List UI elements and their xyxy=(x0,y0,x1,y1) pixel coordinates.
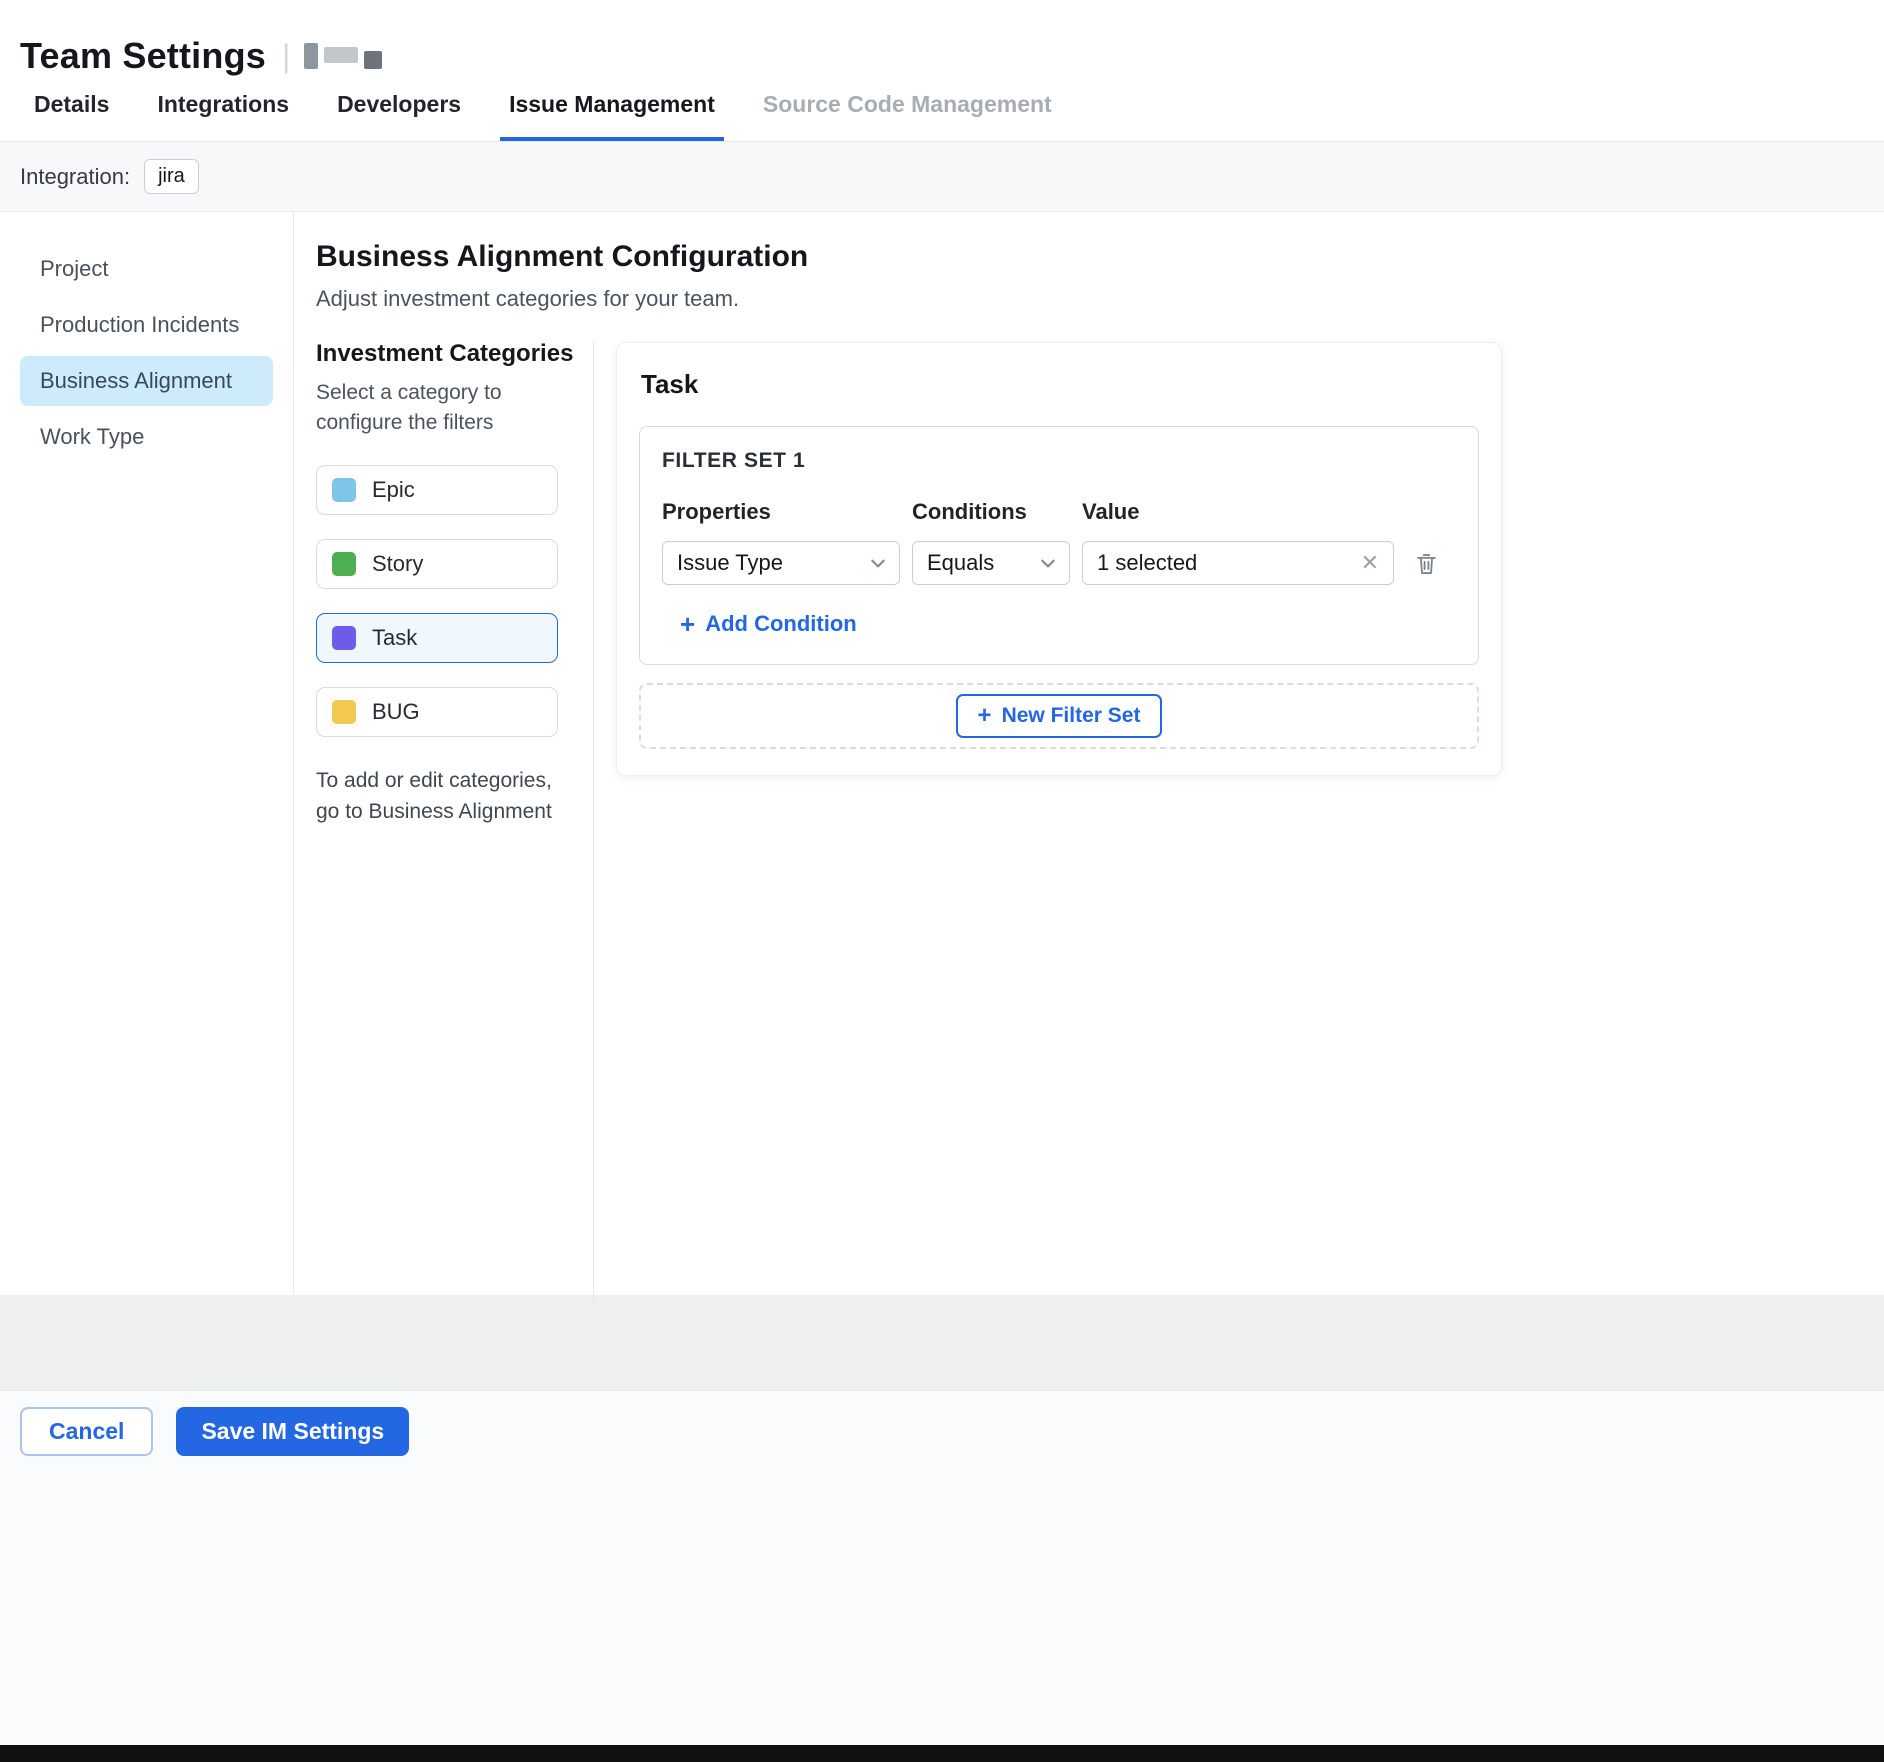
new-filter-set-label: New Filter Set xyxy=(1002,704,1141,728)
filter-panel-column: Task FILTER SET 1 Properties Conditions … xyxy=(594,340,1884,1305)
bottom-system-bar xyxy=(0,1745,1884,1762)
cancel-button[interactable]: Cancel xyxy=(20,1407,153,1456)
condition-select-value: Equals xyxy=(927,550,994,576)
title-separator: | xyxy=(282,38,290,75)
categories-hint: Select a category to configure the filte… xyxy=(316,378,576,439)
tab-source-code-management[interactable]: Source Code Management xyxy=(754,91,1061,141)
bug-color-swatch xyxy=(332,700,356,724)
section-title: Business Alignment Configuration xyxy=(316,240,1884,274)
section-subtitle: Adjust investment categories for your te… xyxy=(316,286,1884,312)
new-filter-set-zone: + New Filter Set xyxy=(639,683,1479,749)
epic-color-swatch xyxy=(332,478,356,502)
property-select[interactable]: Issue Type xyxy=(662,541,900,585)
page-header: Team Settings | xyxy=(0,0,1884,86)
main-area: Business Alignment Configuration Adjust … xyxy=(294,212,1884,1295)
integration-label: Integration: xyxy=(20,164,130,190)
chevron-down-icon xyxy=(1039,554,1057,572)
sidebar-item-work-type[interactable]: Work Type xyxy=(20,412,273,462)
content-footer-gap xyxy=(0,1295,1884,1390)
category-list: Epic Story Task BUG xyxy=(316,465,577,737)
content-area: Project Production Incidents Business Al… xyxy=(0,212,1884,1295)
category-label: BUG xyxy=(372,699,420,725)
tab-details[interactable]: Details xyxy=(25,91,118,141)
add-condition-button[interactable]: + Add Condition xyxy=(662,611,857,637)
clear-value-icon[interactable]: ✕ xyxy=(1361,550,1379,576)
tab-issue-management[interactable]: Issue Management xyxy=(500,91,724,141)
plus-icon: + xyxy=(680,611,695,637)
categories-title: Investment Categories xyxy=(316,340,577,368)
category-story[interactable]: Story xyxy=(316,539,558,589)
footer-bar: Cancel Save IM Settings xyxy=(0,1390,1884,1745)
sidebar-item-project[interactable]: Project xyxy=(20,244,273,294)
page-title: Team Settings xyxy=(20,35,266,77)
plus-icon: + xyxy=(978,704,992,728)
category-label: Epic xyxy=(372,477,415,503)
redacted-team-name xyxy=(304,43,382,69)
category-label: Story xyxy=(372,551,423,577)
category-bug[interactable]: BUG xyxy=(316,687,558,737)
task-color-swatch xyxy=(332,626,356,650)
tab-bar: Details Integrations Developers Issue Ma… xyxy=(0,86,1884,142)
categories-footnote: To add or edit categories, go to Busines… xyxy=(316,765,562,828)
column-header-conditions: Conditions xyxy=(912,499,1070,525)
delete-condition-icon[interactable] xyxy=(1413,550,1440,577)
tab-developers[interactable]: Developers xyxy=(328,91,470,141)
investment-categories-column: Investment Categories Select a category … xyxy=(316,340,594,1305)
sidebar-item-production-incidents[interactable]: Production Incidents xyxy=(20,300,273,350)
settings-sidebar: Project Production Incidents Business Al… xyxy=(0,212,294,1295)
integration-value-chip: jira xyxy=(144,159,199,194)
property-select-value: Issue Type xyxy=(677,550,783,576)
column-header-value: Value xyxy=(1082,499,1394,525)
column-header-properties: Properties xyxy=(662,499,900,525)
task-filter-card: Task FILTER SET 1 Properties Conditions … xyxy=(616,342,1502,776)
filter-card-title: Task xyxy=(639,369,1479,400)
value-selected-text: 1 selected xyxy=(1097,550,1197,576)
filter-set-1: FILTER SET 1 Properties Conditions Value… xyxy=(639,426,1479,665)
category-label: Task xyxy=(372,625,417,651)
filter-set-title: FILTER SET 1 xyxy=(662,449,1456,473)
category-epic[interactable]: Epic xyxy=(316,465,558,515)
category-task[interactable]: Task xyxy=(316,613,558,663)
story-color-swatch xyxy=(332,552,356,576)
integration-bar: Integration: jira xyxy=(0,142,1884,212)
value-multiselect[interactable]: 1 selected ✕ xyxy=(1082,541,1394,585)
condition-select[interactable]: Equals xyxy=(912,541,1070,585)
add-condition-label: Add Condition xyxy=(705,611,857,637)
chevron-down-icon xyxy=(869,554,887,572)
new-filter-set-button[interactable]: + New Filter Set xyxy=(956,694,1163,738)
tab-integrations[interactable]: Integrations xyxy=(148,91,298,141)
save-im-settings-button[interactable]: Save IM Settings xyxy=(176,1407,409,1456)
sidebar-item-business-alignment[interactable]: Business Alignment xyxy=(20,356,273,406)
